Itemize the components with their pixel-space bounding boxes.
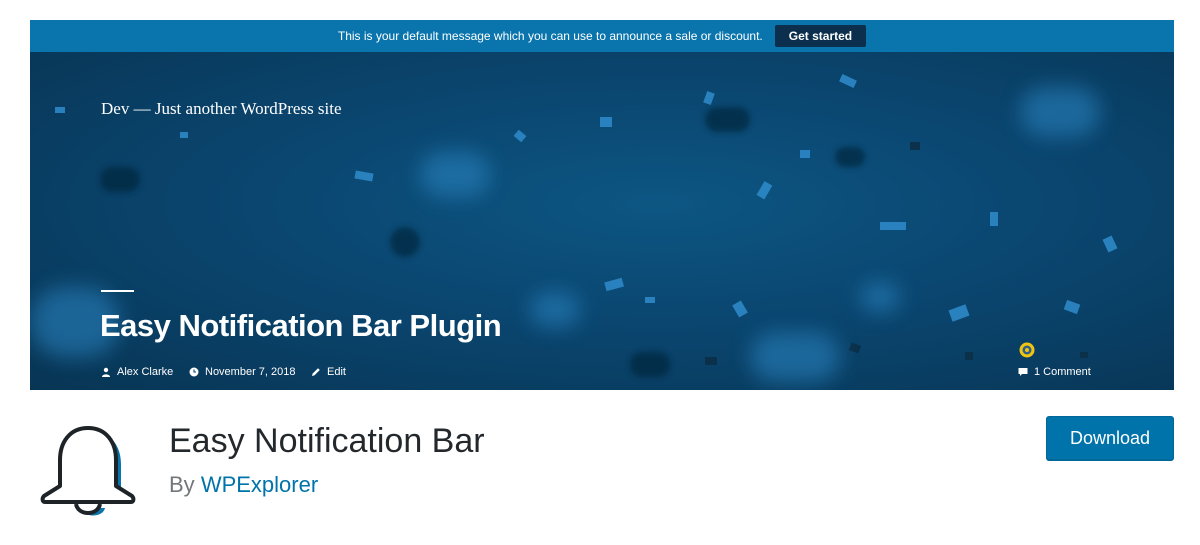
comments-link[interactable]: 1 Comment [1034,366,1091,378]
post-date[interactable]: November 7, 2018 [189,366,296,378]
date-text[interactable]: November 7, 2018 [205,366,296,378]
post-title: Easy Notification Bar Plugin [100,308,502,343]
site-title[interactable]: Dev — Just another WordPress site [101,99,342,119]
plugin-name: Easy Notification Bar [169,422,485,460]
author-name[interactable]: Alex Clarke [117,366,173,378]
plugin-author-link[interactable]: WPExplorer [201,472,318,497]
hero-header: Dev — Just another WordPress site Easy N… [30,52,1174,390]
edit-link[interactable]: Edit [327,366,346,378]
plugin-banner: This is your default message which you c… [30,20,1174,390]
bell-icon [40,426,136,516]
clock-icon [189,367,199,377]
get-started-button[interactable]: Get started [774,25,867,47]
pencil-icon [312,368,320,376]
download-button[interactable]: Download [1046,416,1174,460]
post-author[interactable]: Alex Clarke [101,366,173,378]
notification-message: This is your default message which you c… [337,29,763,43]
avatar-badge-icon [1019,342,1035,358]
notification-bar: This is your default message which you c… [30,20,1174,52]
hero-divider [101,290,134,292]
post-edit[interactable]: Edit [311,366,346,378]
post-comments[interactable]: 1 Comment [1018,366,1091,378]
user-icon [102,367,110,377]
comment-icon [1018,368,1028,376]
plugin-author-line: By WPExplorer [169,472,318,498]
by-prefix: By [169,472,195,497]
